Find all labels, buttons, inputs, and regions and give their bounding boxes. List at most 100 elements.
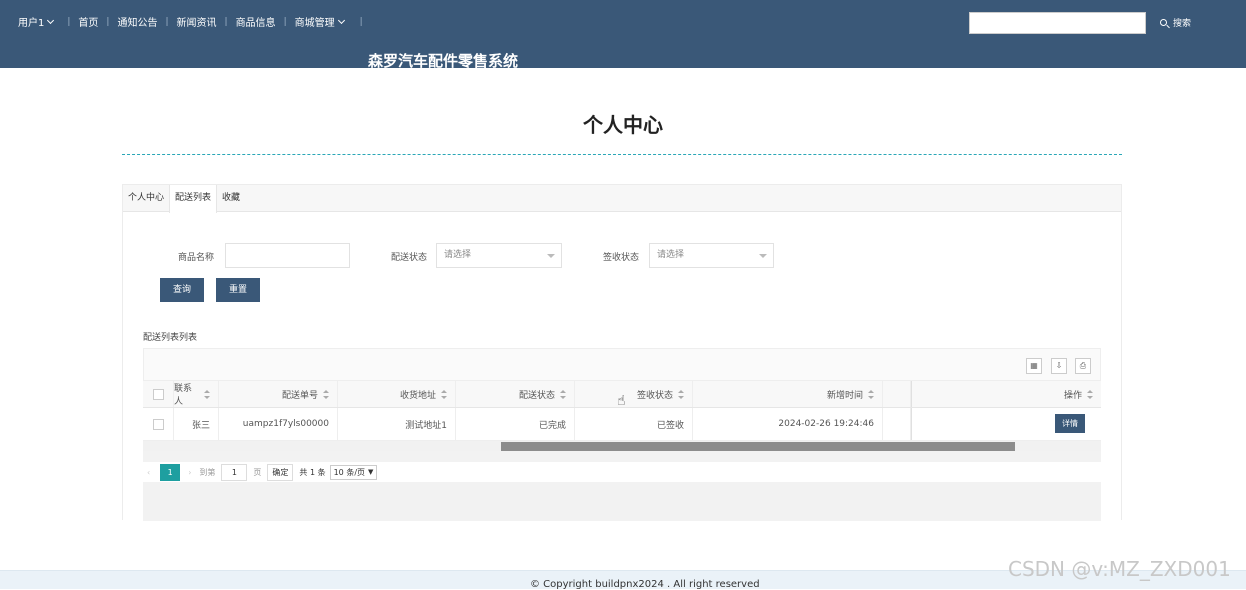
nav-item-mall-management[interactable]: 商城管理	[294, 14, 345, 29]
column-header-spacer	[883, 381, 911, 407]
sign-status-placeholder: 请选择	[657, 250, 685, 260]
chevron-down-icon	[47, 16, 55, 24]
export-icon[interactable]: ⇩	[1051, 358, 1067, 374]
page-unit-label: 页	[253, 467, 262, 477]
goto-page-input[interactable]: 1	[221, 463, 248, 481]
nav-item-notices[interactable]: 通知公告	[117, 14, 157, 29]
column-header-delivery-status[interactable]: 配送状态	[456, 381, 575, 407]
page-title: 个人中心	[583, 113, 663, 137]
hand-cursor-icon: ☝	[617, 393, 626, 409]
cell-delivery-status: 已完成	[456, 408, 575, 440]
nav-item-news[interactable]: 新闻资讯	[177, 14, 217, 29]
footer-copyright: © Copyright buildpnx2024 . All right res…	[530, 579, 760, 590]
tab-delivery-list[interactable]: 配送列表	[169, 185, 218, 213]
column-header-sign-status[interactable]: 签收状态	[575, 381, 693, 407]
cell-sign-status: 已签收	[575, 408, 693, 440]
sort-icon	[868, 389, 874, 399]
header-label: 收货地址	[399, 390, 436, 401]
delivery-status-select[interactable]: 请选择	[436, 243, 562, 268]
cell-action: 详情	[911, 408, 1101, 440]
header-label: 联系人	[174, 384, 193, 407]
cell-contact: 张三	[174, 408, 219, 440]
cell-address: 测试地址1	[338, 408, 456, 440]
tab-bar: 个人中心 配送列表 收藏	[123, 185, 1121, 213]
sign-status-select[interactable]: 请选择	[649, 243, 774, 268]
cell-created: 2024-02-26 19:24:46	[693, 408, 883, 440]
print-icon[interactable]: ⎙	[1075, 358, 1091, 374]
column-header-created[interactable]: 新增时间	[693, 381, 883, 407]
delivery-status-label: 配送状态	[391, 253, 428, 263]
data-table: ▦ ⇩ ⎙ 联系人 配送单号 收货地址 配送状态 签收状态 新增时间 操作 张三…	[143, 348, 1101, 521]
delivery-status-placeholder: 请选择	[444, 250, 472, 260]
header-label: 签收状态	[636, 390, 673, 401]
page-size-select[interactable]: 10 条/页 ▼	[329, 464, 378, 480]
tab-favorites[interactable]: 收藏	[217, 185, 245, 211]
nav-divider: |	[67, 16, 71, 27]
reset-button[interactable]: 重置	[216, 278, 260, 302]
row-checkbox[interactable]	[152, 418, 164, 430]
sort-icon	[1087, 389, 1093, 399]
list-title: 配送列表列表	[143, 333, 198, 343]
search-button[interactable]: 搜索	[1160, 16, 1191, 29]
header-label: 操作	[1063, 390, 1082, 401]
header-checkbox-cell	[143, 381, 174, 407]
chevron-down-icon	[759, 254, 767, 258]
table-toolbar: ▦ ⇩ ⎙	[143, 348, 1101, 381]
nav-item-home[interactable]: 首页	[78, 14, 98, 29]
sign-status-label: 签收状态	[603, 253, 640, 263]
user-menu-label: 用户1	[18, 18, 45, 29]
search-button-label: 搜索	[1173, 19, 1192, 29]
columns-filter-icon[interactable]: ▦	[1026, 358, 1042, 374]
chevron-down-icon	[337, 16, 345, 24]
page-current[interactable]: 1	[160, 463, 181, 481]
pagination: ‹ 1 › 到第 1 页 确定 共 1 条 10 条/页 ▼	[143, 462, 1101, 482]
search-icon	[1160, 19, 1167, 26]
title-divider	[122, 154, 1122, 155]
detail-button[interactable]: 详情	[1055, 414, 1085, 433]
goto-label: 到第	[199, 467, 216, 477]
user-menu[interactable]: 用户1	[18, 14, 55, 29]
main-nav: 用户1 | 首页 | 通知公告 | 新闻资讯 | 商品信息 | 商城管理 |	[18, 14, 371, 29]
header-label: 配送单号	[281, 390, 318, 401]
search-input[interactable]	[969, 12, 1146, 34]
nav-divider: |	[224, 16, 228, 27]
table-row: 张三 uampz1f7yls00000 测试地址1 已完成 已签收 2024-0…	[143, 408, 1101, 441]
sort-icon	[560, 389, 566, 399]
nav-item-products[interactable]: 商品信息	[236, 14, 276, 29]
sort-icon	[678, 389, 684, 399]
top-navbar: 用户1 | 首页 | 通知公告 | 新闻资讯 | 商品信息 | 商城管理 | 搜…	[0, 0, 1246, 70]
prev-page-icon[interactable]: ‹	[147, 468, 150, 477]
query-button[interactable]: 查询	[160, 278, 204, 302]
nav-divider: |	[165, 16, 169, 27]
page-size-value: 10 条/页	[333, 467, 366, 477]
content-panel: 个人中心 配送列表 收藏 商品名称 配送状态 请选择 签收状态 请选择 查询 重…	[122, 184, 1122, 521]
column-header-order-no[interactable]: 配送单号	[219, 381, 338, 407]
chevron-down-icon	[547, 254, 555, 258]
nav-divider: |	[283, 16, 287, 27]
select-all-checkbox[interactable]	[152, 388, 164, 400]
mall-management-label: 商城管理	[294, 18, 335, 29]
goto-confirm-button[interactable]: 确定	[267, 463, 294, 481]
cell-order-no: uampz1f7yls00000	[219, 408, 338, 440]
chevron-down-icon: ▼	[368, 467, 374, 476]
column-header-address[interactable]: 收货地址	[338, 381, 456, 407]
cell-spacer	[883, 408, 911, 440]
nav-divider: |	[359, 16, 363, 27]
sort-icon	[204, 389, 210, 399]
column-header-contact[interactable]: 联系人	[174, 381, 219, 407]
horizontal-scrollbar[interactable]	[143, 441, 1101, 451]
header-label: 配送状态	[518, 390, 555, 401]
sort-icon	[441, 389, 447, 399]
sort-icon	[323, 389, 329, 399]
site-title: 森罗汽车配件零售系统	[368, 52, 519, 70]
total-count: 共 1 条	[299, 467, 326, 477]
product-name-input[interactable]	[225, 243, 350, 268]
product-name-label: 商品名称	[178, 253, 215, 263]
next-page-icon[interactable]: ›	[188, 468, 191, 477]
tab-personal-center[interactable]: 个人中心	[123, 185, 169, 211]
column-header-action: 操作	[911, 381, 1101, 407]
row-checkbox-cell	[143, 408, 174, 440]
scrollbar-thumb[interactable]	[501, 442, 1015, 451]
header-label: 新增时间	[826, 390, 863, 401]
nav-divider: |	[106, 16, 110, 27]
